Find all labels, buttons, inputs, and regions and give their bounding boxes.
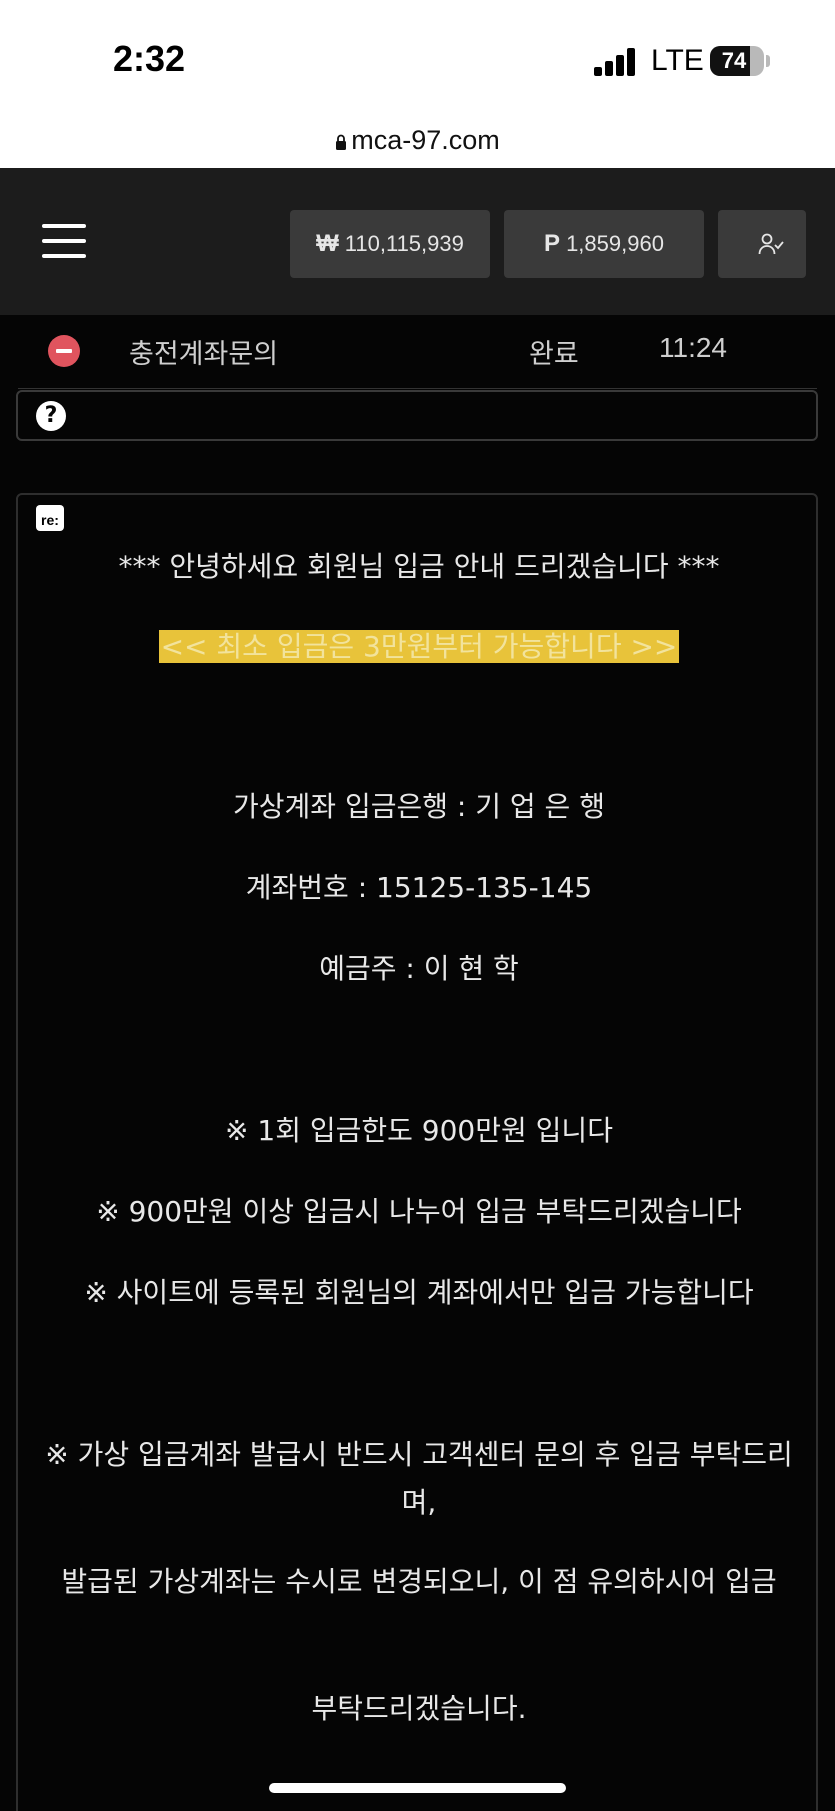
point-balance: 1,859,960 (566, 231, 664, 256)
reply-greeting: *** 안녕하세요 회원님 입금 안내 드리겠습니다 *** (118, 550, 720, 583)
point-balance-box[interactable]: P 1,859,960 (504, 210, 704, 278)
minus-circle-icon[interactable] (48, 335, 80, 367)
won-icon: ₩ (316, 230, 339, 257)
user-button[interactable] (718, 210, 806, 278)
won-balance-box[interactable]: ₩110,115,939 (290, 210, 490, 278)
deposit-limit-note: ※ 1회 입금한도 900만원 입니다 (225, 1114, 613, 1147)
registered-account-note: ※ 사이트에 등록된 회원님의 계좌에서만 입금 가능합니다 (84, 1276, 754, 1309)
hamburger-menu-button[interactable] (42, 224, 86, 258)
reply-box: re: *** 안녕하세요 회원님 입금 안내 드리겠습니다 *** << 최소… (16, 493, 818, 1811)
inquiry-time: 11:24 (659, 332, 727, 363)
min-deposit-notice: << 최소 입금은 3만원부터 가능합니다 >> (32, 623, 806, 671)
point-icon: P (544, 230, 561, 257)
row-divider (18, 388, 817, 389)
status-bar: 2:32 LTE 74 (0, 0, 835, 112)
battery-level: 74 (721, 48, 747, 73)
status-time: 2:32 (113, 38, 186, 79)
closing-note: 부탁드리겠습니다. (311, 1692, 527, 1725)
network-label: LTE (651, 44, 704, 77)
user-check-icon (758, 233, 784, 255)
inquiry-title: 충전계좌문의 (129, 339, 279, 370)
inquiry-status: 완료 (529, 339, 579, 370)
split-deposit-note: ※ 900만원 이상 입금시 나누어 입금 부탁드리겠습니다 (96, 1195, 742, 1228)
account-number: 계좌번호 : 15125-135-145 (245, 871, 593, 904)
bank-info: 가상계좌 입금은행 : 기 업 은 행 (233, 790, 605, 823)
account-holder: 예금주 : 이 현 학 (319, 952, 519, 985)
min-deposit-highlight: << 최소 입금은 3만원부터 가능합니다 >> (158, 630, 680, 663)
lock-icon (336, 134, 347, 150)
site-header: ₩110,115,939 P 1,859,960 (0, 168, 835, 315)
battery-icon: 74 (710, 46, 764, 76)
url-text: mca-97.com (351, 125, 500, 155)
account-change-note: 발급된 가상계좌는 수시로 변경되오니, 이 점 유의하시어 입금 (61, 1565, 777, 1598)
battery-tip (766, 55, 770, 67)
question-icon: ? (36, 401, 66, 431)
url-bar[interactable]: mca-97.com (0, 112, 835, 168)
signal-icon (594, 48, 636, 76)
inquiry-row[interactable]: 충전계좌문의 완료 11:24 (0, 315, 835, 389)
virtual-account-note: ※ 가상 입금계좌 발급시 반드시 고객센터 문의 후 입금 부탁드리며, (45, 1438, 793, 1519)
reply-badge-icon: re: (36, 505, 64, 531)
home-indicator[interactable] (269, 1783, 566, 1793)
question-box: ? (16, 390, 818, 441)
won-balance: 110,115,939 (344, 231, 464, 256)
